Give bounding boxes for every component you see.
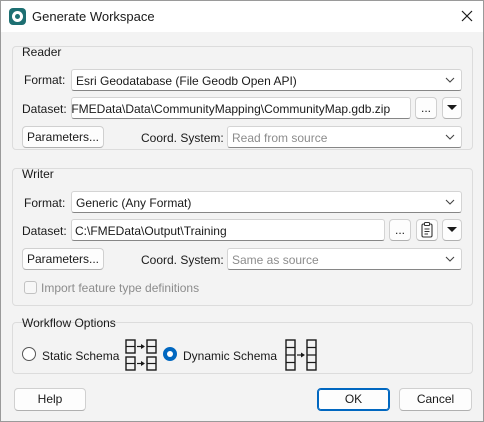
dynamic-schema-icon xyxy=(285,339,317,371)
chevron-down-icon xyxy=(445,134,455,140)
triangle-down-icon xyxy=(447,105,457,110)
reader-parameters-button[interactable]: Parameters... xyxy=(22,126,104,148)
generate-workspace-dialog: Generate Workspace Reader Format: Esri G… xyxy=(0,0,484,422)
static-schema-icon xyxy=(125,339,157,371)
chevron-down-icon xyxy=(445,199,455,205)
import-feature-types-label: Import feature type definitions xyxy=(41,281,200,295)
clipboard-icon xyxy=(421,222,433,238)
title-bar[interactable]: Generate Workspace xyxy=(1,1,483,32)
writer-coord-system-dropdown[interactable]: Same as source xyxy=(227,248,462,270)
reader-coord-system-label: Coord. System: xyxy=(141,131,224,145)
triangle-down-icon xyxy=(447,227,457,232)
reader-dataset-browse-button[interactable]: ... xyxy=(415,97,437,119)
writer-format-dropdown[interactable]: Generic (Any Format) xyxy=(71,191,462,213)
writer-dataset-value: C:\FMEData\Output\Training xyxy=(75,224,227,238)
dynamic-schema-radio[interactable] xyxy=(163,347,177,361)
writer-format-label: Format: xyxy=(24,196,66,210)
chevron-down-icon xyxy=(445,256,455,262)
writer-format-value: Generic (Any Format) xyxy=(76,196,192,210)
reader-coord-system-dropdown[interactable]: Read from source xyxy=(227,126,462,148)
ok-button[interactable]: OK xyxy=(317,388,390,411)
fme-workbench-icon xyxy=(9,8,26,25)
cancel-button[interactable]: Cancel xyxy=(399,388,472,411)
writer-dataset-label: Dataset: xyxy=(22,224,67,238)
chevron-down-icon xyxy=(445,77,455,83)
static-schema-label: Static Schema xyxy=(42,349,120,363)
writer-parameters-button[interactable]: Parameters... xyxy=(22,248,104,270)
workflow-options-group-title: Workflow Options xyxy=(22,316,116,330)
dynamic-schema-label: Dynamic Schema xyxy=(183,349,278,363)
reader-dataset-menu-button[interactable] xyxy=(442,97,462,119)
import-feature-types-checkbox[interactable] xyxy=(24,281,37,294)
reader-format-dropdown[interactable]: Esri Geodatabase (File Geodb Open API) xyxy=(71,69,462,91)
writer-dataset-browse-button[interactable]: ... xyxy=(389,219,411,241)
writer-group-title: Writer xyxy=(22,167,54,181)
writer-coord-system-label: Coord. System: xyxy=(141,253,224,267)
reader-coord-system-value: Read from source xyxy=(232,131,328,145)
writer-coord-system-value: Same as source xyxy=(232,253,319,267)
reader-format-value: Esri Geodatabase (File Geodb Open API) xyxy=(76,74,297,88)
reader-format-label: Format: xyxy=(24,73,66,87)
reader-dataset-value: \FMEData\Data\CommunityMapping\Community… xyxy=(71,102,391,116)
writer-dataset-clipboard-button[interactable] xyxy=(416,219,438,241)
help-button[interactable]: Help xyxy=(14,388,86,411)
close-button[interactable] xyxy=(453,3,481,29)
close-icon xyxy=(461,10,473,22)
reader-group-title: Reader xyxy=(22,45,62,59)
static-schema-radio[interactable] xyxy=(22,347,36,361)
reader-dataset-label: Dataset: xyxy=(22,102,67,116)
reader-dataset-input[interactable]: \FMEData\Data\CommunityMapping\Community… xyxy=(71,97,411,119)
writer-dataset-input[interactable]: C:\FMEData\Output\Training xyxy=(71,219,385,241)
dialog-title: Generate Workspace xyxy=(32,9,155,24)
writer-dataset-menu-button[interactable] xyxy=(442,219,462,241)
